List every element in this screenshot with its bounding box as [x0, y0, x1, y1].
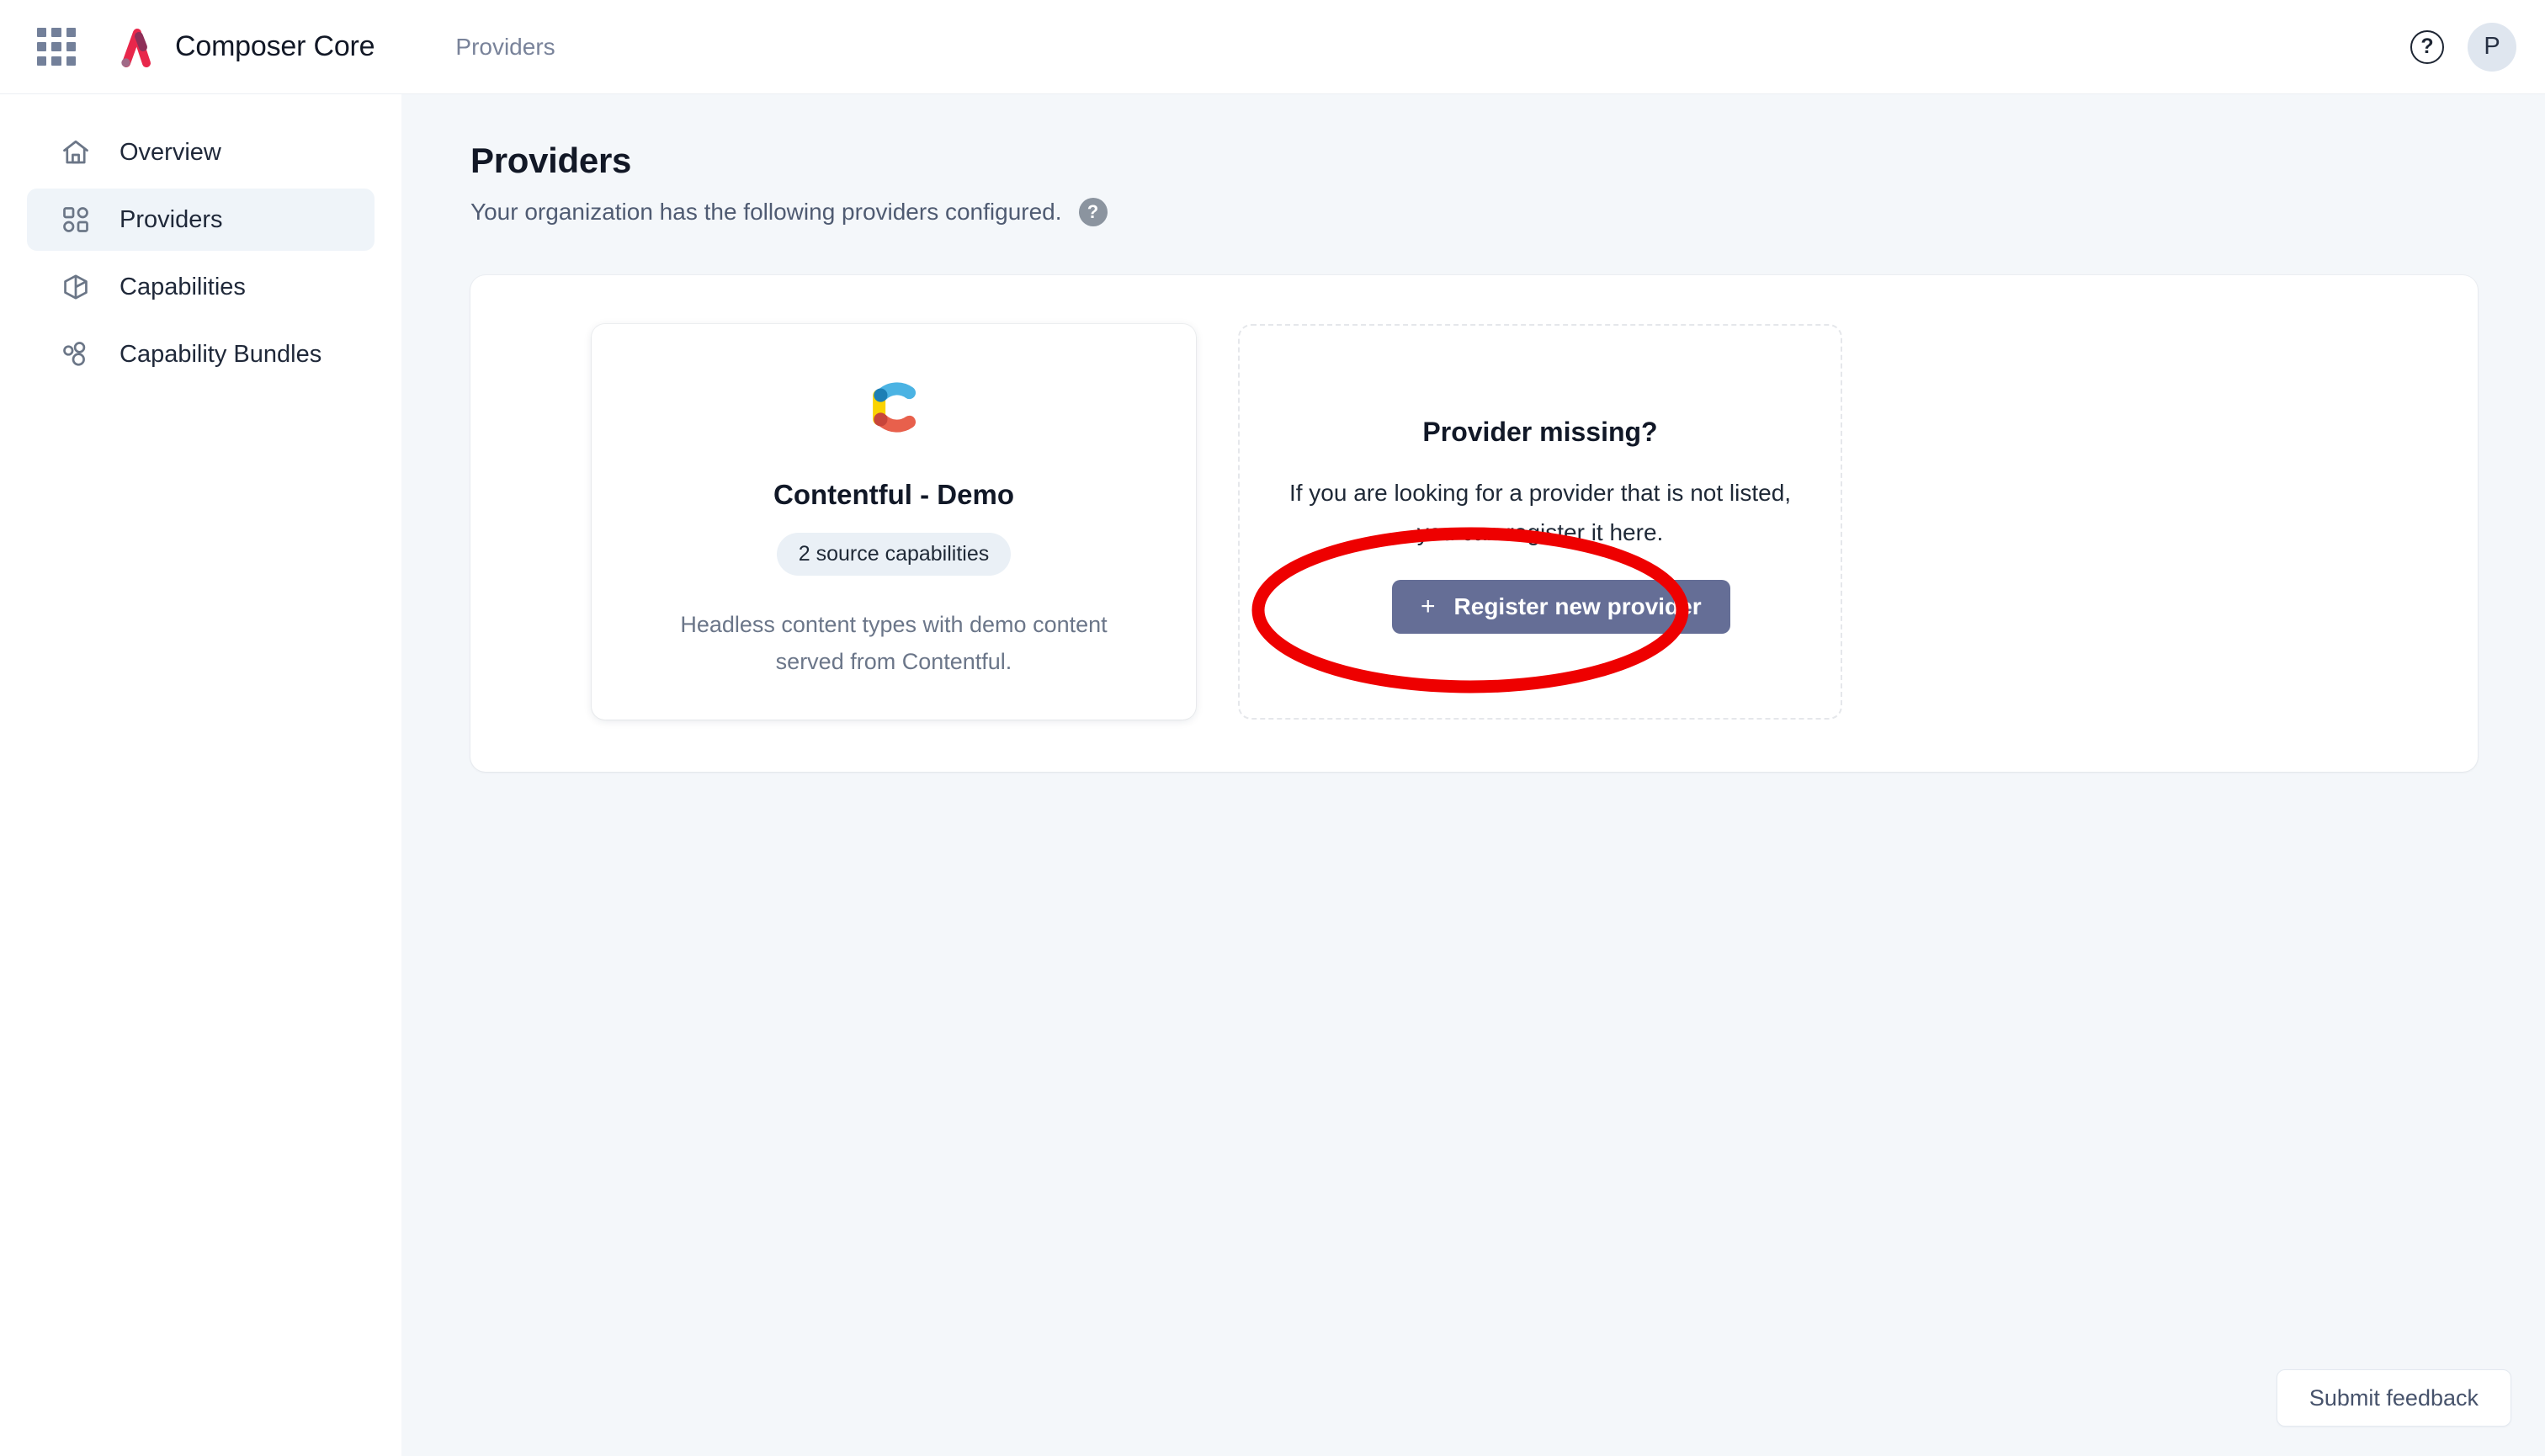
- sidebar-item-label: Capabilities: [120, 273, 246, 300]
- help-circle-icon[interactable]: ?: [2410, 29, 2444, 64]
- breadcrumb[interactable]: Providers: [455, 34, 555, 61]
- sidebar-item-capabilities[interactable]: Capabilities: [27, 256, 375, 318]
- sidebar: Overview Providers Capabilities Capabili…: [0, 94, 401, 1456]
- avatar[interactable]: P: [2468, 22, 2516, 72]
- brand-name: Composer Core: [175, 30, 375, 62]
- cube-icon: [59, 270, 93, 304]
- info-help-icon[interactable]: ?: [1078, 198, 1108, 226]
- register-new-provider-button[interactable]: + Register new provider: [1392, 580, 1730, 634]
- top-bar: Composer Core Providers ? P: [0, 0, 2545, 94]
- home-icon: [59, 136, 93, 169]
- provider-card-contentful[interactable]: Contentful - Demo 2 source capabilities …: [592, 324, 1196, 720]
- sidebar-item-overview[interactable]: Overview: [27, 121, 375, 183]
- sidebar-item-capability-bundles[interactable]: Capability Bundles: [27, 323, 375, 385]
- provider-name: Contentful - Demo: [773, 479, 1014, 510]
- sidebar-item-label: Capability Bundles: [120, 340, 322, 368]
- sidebar-item-providers[interactable]: Providers: [27, 189, 375, 251]
- sidebar-item-label: Overview: [120, 138, 221, 166]
- brand-home-link[interactable]: Composer Core: [113, 25, 375, 69]
- topbar-actions: ? P: [2410, 22, 2516, 72]
- page-title: Providers: [470, 141, 632, 180]
- plus-icon: +: [1421, 592, 1436, 620]
- provider-missing-card: Provider missing? If you are looking for…: [1238, 324, 1842, 720]
- apps-grid-icon[interactable]: [37, 27, 76, 66]
- provider-description: Headless content types with demo content…: [680, 612, 1108, 674]
- main-content: Providers Your organization has the foll…: [401, 94, 2545, 1456]
- register-new-provider-label: Register new provider: [1453, 593, 1702, 619]
- page-subtitle-row: Your organization has the following prov…: [470, 198, 2545, 226]
- page-subtitle: Your organization has the following prov…: [470, 199, 1062, 225]
- contentful-logo-icon: [873, 382, 917, 433]
- nodes-icon: [59, 337, 93, 371]
- provider-missing-title: Provider missing?: [1422, 417, 1658, 447]
- provider-missing-text: If you are looking for a provider that i…: [1288, 480, 1792, 545]
- submit-feedback-button[interactable]: Submit feedback: [2276, 1369, 2511, 1427]
- providers-panel: Contentful - Demo 2 source capabilities …: [470, 275, 2478, 772]
- sidebar-item-label: Providers: [120, 205, 223, 233]
- capabilities-badge: 2 source capabilities: [776, 533, 1012, 576]
- composer-logo-icon: [121, 28, 151, 67]
- dashboard-grid-icon: [59, 203, 93, 236]
